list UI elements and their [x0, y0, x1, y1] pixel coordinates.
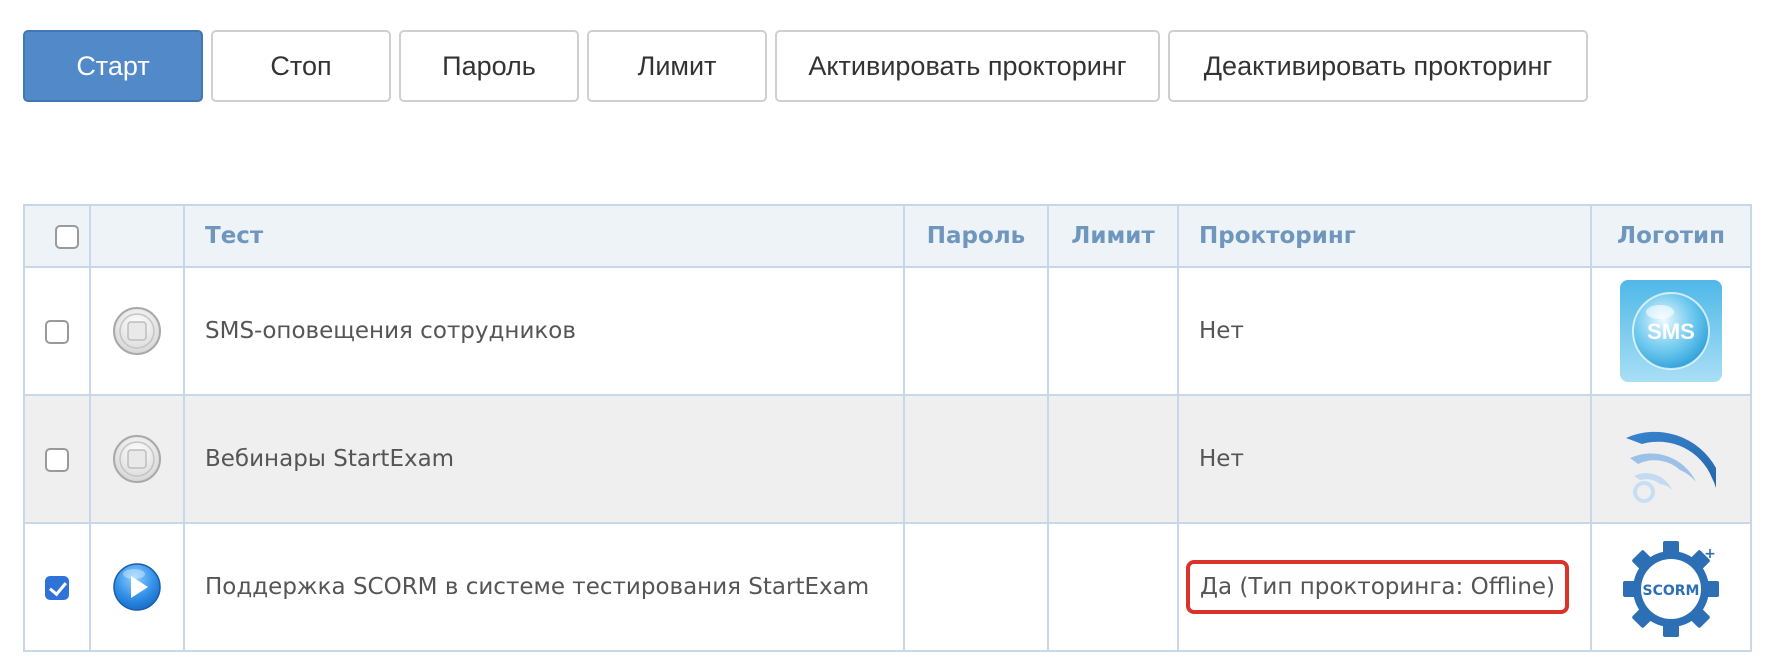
password-cell	[903, 394, 1049, 524]
password-cell	[903, 522, 1049, 652]
proctoring-column-header[interactable]: Прокторинг	[1177, 204, 1592, 268]
status-cell	[89, 394, 185, 524]
scorm-logo-text: SCORM	[1643, 583, 1700, 599]
row-checkbox-cell	[23, 394, 91, 524]
table-row[interactable]: Вебинары StartExam Нет	[23, 394, 1752, 524]
sms-logo: SMS	[1620, 280, 1722, 382]
stopped-icon[interactable]	[112, 434, 162, 484]
proctoring-highlight: Да (Тип прокторинга: Offline)	[1186, 560, 1570, 614]
test-name[interactable]: Поддержка SCORM в системе тестирования S…	[183, 522, 905, 652]
deactivate-proctoring-button[interactable]: Деактивировать прокторинг	[1168, 30, 1588, 102]
stop-button[interactable]: Стоп	[211, 30, 391, 102]
row-checkbox-cell	[23, 266, 91, 396]
test-column-header[interactable]: Тест	[183, 204, 905, 268]
logo-column-header: Логотип	[1590, 204, 1752, 268]
limit-cell	[1047, 522, 1179, 652]
table-row[interactable]: Поддержка SCORM в системе тестирования S…	[23, 522, 1752, 652]
select-all-checkbox[interactable]	[55, 224, 79, 249]
password-column-header[interactable]: Пароль	[903, 204, 1049, 268]
stopped-icon[interactable]	[112, 306, 162, 356]
tests-table: Тест Пароль Лимит Прокторинг Логотип SMS…	[23, 204, 1752, 652]
limit-column-header[interactable]: Лимит	[1047, 204, 1179, 268]
table-row[interactable]: SMS-оповещения сотрудников Нет SMS	[23, 266, 1752, 396]
proctoring-cell: Нет	[1177, 266, 1592, 396]
limit-cell	[1047, 266, 1179, 396]
row-checkbox[interactable]	[45, 575, 69, 600]
play-icon[interactable]	[112, 562, 162, 612]
row-checkbox[interactable]	[45, 447, 69, 472]
logo-cell: SMS	[1590, 266, 1752, 396]
page: Старт Стоп Пароль Лимит Активировать про…	[0, 0, 1767, 670]
proctoring-cell: Да (Тип прокторинга: Offline)	[1177, 522, 1592, 652]
row-checkbox[interactable]	[45, 319, 69, 344]
password-button[interactable]: Пароль	[399, 30, 579, 102]
sms-logo-text: SMS	[1647, 319, 1695, 344]
proctoring-cell: Нет	[1177, 394, 1592, 524]
password-cell	[903, 266, 1049, 396]
test-name[interactable]: Вебинары StartExam	[183, 394, 905, 524]
test-name[interactable]: SMS-оповещения сотрудников	[183, 266, 905, 396]
select-all-cell	[23, 204, 91, 268]
status-header	[89, 204, 185, 268]
status-cell	[89, 522, 185, 652]
scorm-logo: SCORM +	[1623, 541, 1719, 637]
toolbar: Старт Стоп Пароль Лимит Активировать про…	[23, 30, 1588, 102]
logo-cell: SCORM +	[1590, 522, 1752, 652]
row-checkbox-cell	[23, 522, 91, 652]
table-header-row: Тест Пароль Лимит Прокторинг Логотип	[23, 204, 1752, 268]
limit-button[interactable]: Лимит	[587, 30, 767, 102]
status-cell	[89, 266, 185, 396]
activate-proctoring-button[interactable]: Активировать прокторинг	[775, 30, 1160, 102]
limit-cell	[1047, 394, 1179, 524]
svg-text:+: +	[1704, 546, 1716, 562]
start-button[interactable]: Старт	[23, 30, 203, 102]
webinar-logo	[1626, 431, 1716, 503]
logo-cell	[1590, 394, 1752, 524]
